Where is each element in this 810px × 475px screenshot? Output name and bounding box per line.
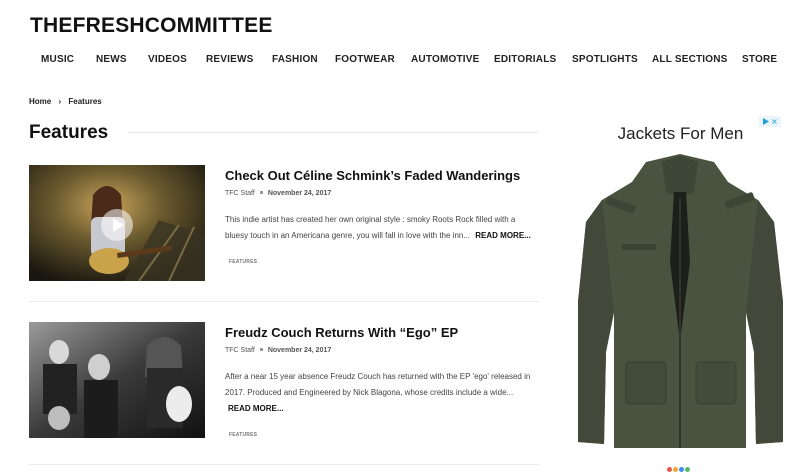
read-more-link[interactable]: READ MORE... bbox=[228, 404, 284, 413]
nav-item-videos[interactable]: VIDEOS bbox=[148, 54, 187, 65]
ad-carousel-dots bbox=[667, 459, 691, 475]
nav-item-music[interactable]: MUSIC bbox=[41, 54, 74, 65]
article-meta: TFC Staff November 24, 2017 bbox=[225, 347, 331, 354]
carousel-dot-icon[interactable] bbox=[679, 467, 684, 472]
nav-item-fashion[interactable]: FASHION bbox=[272, 54, 318, 65]
article-category-tag[interactable]: FEATURES bbox=[229, 432, 257, 438]
nav-item-footwear[interactable]: FOOTWEAR bbox=[335, 54, 395, 65]
article-author[interactable]: TFC Staff bbox=[225, 190, 255, 197]
article-excerpt-text: After a near 15 year absence Freudz Couc… bbox=[225, 372, 531, 397]
meta-separator-icon bbox=[259, 348, 263, 352]
breadcrumb-home[interactable]: Home bbox=[29, 97, 51, 106]
article-meta: TFC Staff November 24, 2017 bbox=[225, 190, 331, 197]
nav-item-automotive[interactable]: AUTOMOTIVE bbox=[411, 54, 479, 65]
read-more-link[interactable]: READ MORE... bbox=[475, 231, 531, 240]
nav-item-news[interactable]: NEWS bbox=[96, 54, 127, 65]
breadcrumb-separator: › bbox=[58, 97, 62, 106]
advertisement[interactable]: ✕ Jackets For Men bbox=[578, 116, 783, 475]
article-date: November 24, 2017 bbox=[267, 190, 332, 197]
nav-item-all-sections[interactable]: ALL SECTIONS bbox=[652, 54, 728, 65]
ad-title[interactable]: Jackets For Men bbox=[578, 124, 783, 144]
page-title: Features bbox=[29, 122, 109, 143]
nav-item-spotlights[interactable]: SPOTLIGHTS bbox=[572, 54, 638, 65]
nav-item-store[interactable]: STORE bbox=[742, 54, 777, 65]
article-title[interactable]: Check Out Céline Schmink’s Faded Wanderi… bbox=[225, 168, 520, 183]
play-video-icon[interactable] bbox=[101, 209, 133, 241]
nav-item-editorials[interactable]: EDITORIALS bbox=[494, 54, 556, 65]
article-category-tag[interactable]: FEATURES bbox=[229, 259, 257, 265]
breadcrumb: Home › Features bbox=[29, 97, 102, 106]
article-author[interactable]: TFC Staff bbox=[225, 347, 255, 354]
title-divider bbox=[128, 132, 538, 133]
article-divider bbox=[29, 464, 539, 465]
article-card: Check Out Céline Schmink’s Faded Wanderi… bbox=[29, 165, 539, 305]
main-nav: MUSIC NEWS VIDEOS REVIEWS FASHION FOOTWE… bbox=[0, 54, 810, 68]
nav-item-reviews[interactable]: REVIEWS bbox=[206, 54, 254, 65]
article-date: November 24, 2017 bbox=[267, 347, 332, 354]
article-excerpt: After a near 15 year absence Freudz Couc… bbox=[225, 369, 537, 417]
article-excerpt: This indie artist has created her own or… bbox=[225, 212, 537, 244]
jacket-product-image[interactable] bbox=[578, 152, 783, 452]
meta-separator-icon bbox=[259, 191, 263, 195]
carousel-dot-icon[interactable] bbox=[667, 467, 672, 472]
article-thumbnail[interactable] bbox=[29, 322, 205, 438]
article-excerpt-text: This indie artist has created her own or… bbox=[225, 215, 516, 240]
carousel-dot-icon[interactable] bbox=[685, 467, 690, 472]
thumbnail-photo bbox=[29, 322, 205, 438]
site-logo[interactable]: THEFRESHCOMMITTEE bbox=[30, 14, 273, 38]
article-title[interactable]: Freudz Couch Returns With “Ego” EP bbox=[225, 325, 458, 340]
article-card: Freudz Couch Returns With “Ego” EP TFC S… bbox=[29, 322, 539, 467]
article-divider bbox=[29, 301, 539, 302]
breadcrumb-current: Features bbox=[68, 97, 102, 106]
article-thumbnail[interactable] bbox=[29, 165, 205, 281]
carousel-dot-icon[interactable] bbox=[673, 467, 678, 472]
